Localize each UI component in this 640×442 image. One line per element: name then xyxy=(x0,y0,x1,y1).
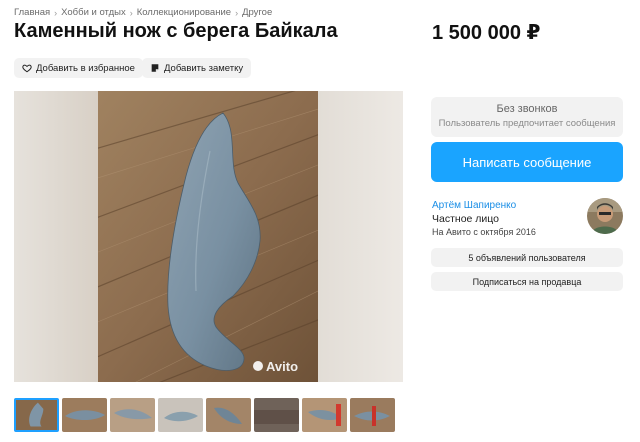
breadcrumb-other[interactable]: Другое xyxy=(242,7,272,18)
add-note-button[interactable]: Добавить заметку xyxy=(142,58,252,78)
note-icon xyxy=(151,64,159,72)
breadcrumb: Главная › Хобби и отдых › Коллекциониров… xyxy=(14,7,272,18)
breadcrumb-collecting[interactable]: Коллекционирование xyxy=(137,7,231,18)
thumbnail[interactable] xyxy=(110,398,155,432)
add-to-favorites-button[interactable]: Добавить в избранное xyxy=(14,58,143,78)
avatar[interactable] xyxy=(587,198,623,234)
photo-blur-left xyxy=(14,91,98,382)
page-title: Каменный нож с берега Байкала xyxy=(14,20,338,42)
avito-watermark: Avito xyxy=(266,359,298,374)
breadcrumb-separator: › xyxy=(235,7,239,18)
price: 1 500 000 ₽ xyxy=(432,22,541,44)
breadcrumb-home[interactable]: Главная xyxy=(14,7,50,18)
no-calls-notice: Без звонков Пользователь предпочитает со… xyxy=(431,97,623,137)
no-calls-title: Без звонков xyxy=(496,103,558,115)
thumbnail[interactable] xyxy=(158,398,203,432)
seller-name-link[interactable]: Артём Шапиренко xyxy=(432,200,516,211)
thumbnail[interactable] xyxy=(350,398,395,432)
write-message-button[interactable]: Написать сообщение xyxy=(431,142,623,182)
thumbnail[interactable] xyxy=(206,398,251,432)
thumbnail[interactable] xyxy=(14,398,59,432)
seller-since: На Авито с октября 2016 xyxy=(432,227,536,237)
seller-ads-button[interactable]: 5 объявлений пользователя xyxy=(431,248,623,267)
thumbnail[interactable] xyxy=(302,398,347,432)
thumbnail[interactable] xyxy=(62,398,107,432)
thumbnail-strip xyxy=(14,398,395,432)
main-photo[interactable]: Avito xyxy=(14,91,403,382)
subscribe-seller-button[interactable]: Подписаться на продавца xyxy=(431,272,623,291)
add-to-favorites-label: Добавить в избранное xyxy=(36,62,135,74)
no-calls-subtitle: Пользователь предпочитает сообщения xyxy=(438,118,616,129)
breadcrumb-separator: › xyxy=(54,7,58,18)
thumbnail[interactable] xyxy=(254,398,299,432)
add-note-label: Добавить заметку xyxy=(164,62,244,74)
heart-icon xyxy=(22,64,32,73)
stone-knife-image: Avito xyxy=(98,91,318,382)
breadcrumb-hobby[interactable]: Хобби и отдых xyxy=(61,7,126,18)
seller-type: Частное лицо xyxy=(432,213,500,225)
photo-blur-right xyxy=(318,91,403,382)
breadcrumb-separator: › xyxy=(129,7,133,18)
